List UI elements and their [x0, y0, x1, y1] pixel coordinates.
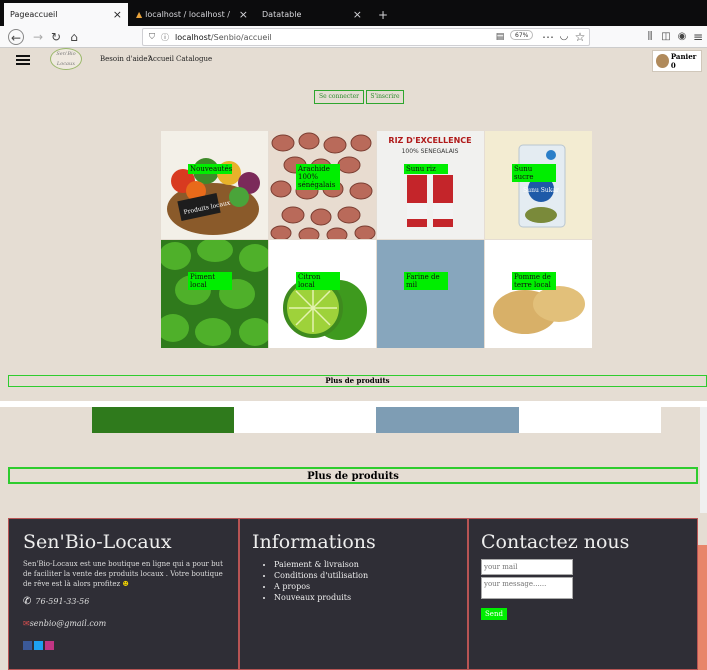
sugar-bag-image: Sunu Sukar	[485, 131, 592, 239]
footer-link-payment[interactable]: Paiement & livraison	[274, 559, 455, 570]
potatoes-image	[519, 407, 661, 433]
rice-title-text: RIZ D'EXCELLENCE	[388, 136, 471, 145]
reader-view-icon[interactable]: ▤	[492, 29, 508, 45]
phpmyadmin-icon: ▲	[136, 10, 143, 19]
footer-link-terms[interactable]: Conditions d'utilisation	[274, 570, 455, 581]
product-tile-nouveautes[interactable]: Produits locaux	[161, 131, 268, 239]
scrollbar[interactable]	[700, 407, 707, 513]
zoom-level[interactable]: 67%	[510, 30, 534, 40]
more-products-button[interactable]: Plus de produits	[8, 467, 698, 484]
potatoes-image	[485, 240, 592, 348]
footer-email[interactable]: senbio@gmail.com	[30, 619, 107, 628]
info-icon: ⓘ	[161, 32, 169, 42]
green-peppers-image	[92, 407, 234, 433]
mail-icon: ✉	[23, 619, 30, 628]
product-label[interactable]: Piment local	[188, 272, 232, 290]
rice-bags-image: RIZ D'EXCELLENCE 100% SENEGALAIS	[377, 131, 484, 239]
browser-tab-datatable[interactable]: Datatable ×	[256, 3, 368, 26]
footer-brand: Sen'Bio-Locaux	[23, 531, 172, 553]
browser-tab-bar: Pageaccueil × ▲ localhost / localhost / …	[0, 0, 707, 26]
cart-label: Panier 0	[670, 52, 697, 70]
rice-subtitle-text: 100% SENEGALAIS	[402, 148, 459, 155]
reload-icon[interactable]: ↻	[48, 29, 64, 45]
shield-icon: ⛉	[149, 32, 155, 41]
signup-button[interactable]: S'inscrire	[366, 90, 404, 104]
vegetable-basket-image: Produits locaux	[161, 131, 268, 239]
sidebar-icon[interactable]: ◫	[658, 29, 674, 45]
close-icon[interactable]: ×	[113, 8, 122, 21]
product-tile-citron[interactable]	[269, 240, 376, 348]
limes-image	[234, 407, 376, 433]
footer-contact-title: Contactez nous	[481, 531, 630, 553]
send-button[interactable]: Send	[481, 608, 507, 620]
footer-info-title: Informations	[252, 531, 376, 553]
tab-title: localhost / localhost / Senbio / ...	[145, 10, 233, 19]
more-products-button[interactable]: Plus de produits	[8, 375, 707, 387]
site-menu-icon[interactable]	[16, 55, 30, 65]
cart-bag-icon	[656, 54, 669, 68]
close-icon[interactable]: ×	[239, 8, 248, 21]
footer-contact-column: Contactez nous Send	[468, 518, 698, 670]
nav-catalogue-link[interactable]: Catalogue	[176, 55, 212, 63]
footer-link-about[interactable]: A propos	[274, 581, 455, 592]
back-arrow-icon[interactable]: ←	[8, 29, 24, 45]
footer-email-row: ✉senbio@gmail.com	[23, 619, 224, 629]
product-tile-farine-mil[interactable]	[377, 240, 484, 348]
tab-title: Datatable	[262, 10, 302, 19]
site-logo[interactable]: Sen'Bio Locaux	[50, 48, 82, 70]
forward-arrow-icon[interactable]: →	[30, 29, 46, 45]
browser-nav-bar: ← → ↻ ⌂ ⛉ ⓘ localhost/Senbio/accueil ▤ 6…	[0, 26, 707, 48]
close-icon[interactable]: ×	[353, 8, 362, 21]
product-label[interactable]: Sunu riz	[404, 164, 448, 174]
footer-phone-row: ✆ 76-591-33-56	[23, 597, 224, 607]
facebook-icon[interactable]	[23, 641, 32, 650]
account-icon[interactable]: ◉	[674, 29, 690, 45]
green-peppers-image	[161, 240, 268, 348]
contact-mail-input[interactable]	[481, 559, 573, 575]
nav-help-link[interactable]: Besoin d'aide?	[100, 55, 151, 63]
millet-flour-image	[376, 407, 519, 433]
smiley-icon: ☻	[122, 580, 129, 588]
millet-flour-image	[377, 240, 484, 348]
footer-info-list: Paiement & livraison Conditions d'utilis…	[252, 559, 455, 603]
more-actions-icon[interactable]: ⋯	[540, 29, 556, 45]
product-label[interactable]: Pomme de terre local	[512, 272, 556, 290]
limes-image	[269, 240, 376, 348]
product-tile-piment[interactable]	[161, 240, 268, 348]
phone-icon: ✆	[23, 596, 32, 607]
footer-edge-accent	[698, 545, 707, 670]
product-tile-pomme-terre[interactable]	[485, 240, 592, 348]
footer-phone: 76-591-33-56	[35, 597, 90, 606]
home-icon[interactable]: ⌂	[66, 29, 82, 45]
product-label[interactable]: Citron local	[296, 272, 340, 290]
nav-home-link[interactable]: Accueil	[148, 55, 174, 63]
library-icon[interactable]: ⫼	[642, 29, 658, 45]
login-button[interactable]: Se connecter	[314, 90, 364, 104]
footer-description: Sen'Bio-Locaux est une boutique en ligne…	[23, 560, 223, 588]
footer-about-column: Sen'Bio-Locaux Sen'Bio-Locaux est une bo…	[8, 518, 239, 670]
twitter-icon[interactable]	[34, 641, 44, 650]
cart-button[interactable]: Panier 0	[652, 50, 702, 72]
browser-tab-pageaccueil[interactable]: Pageaccueil ×	[4, 3, 128, 26]
product-tile-sunu-riz[interactable]: RIZ D'EXCELLENCE 100% SENEGALAIS	[377, 131, 484, 239]
url-host: localhost	[175, 32, 211, 42]
product-label[interactable]: Arachide 100% sénégalais	[296, 164, 340, 190]
product-tile-sunu-sucre[interactable]: Sunu Sukar	[485, 131, 592, 239]
instagram-icon[interactable]	[45, 641, 55, 650]
tab-title: Pageaccueil	[10, 10, 58, 19]
browser-tab-phpmyadmin[interactable]: ▲ localhost / localhost / Senbio / ... ×	[130, 3, 254, 26]
footer-info-column: Informations Paiement & livraison Condit…	[239, 518, 468, 670]
url-path: /Senbio/accueil	[210, 32, 272, 42]
product-label[interactable]: Sunu sucre	[512, 164, 556, 182]
social-icons	[23, 641, 224, 653]
product-label[interactable]: Farine de mil	[404, 272, 448, 290]
hamburger-menu-icon[interactable]: ≡	[690, 29, 706, 45]
contact-message-textarea[interactable]	[481, 577, 573, 599]
sugar-brand-text: Sunu Sukar	[523, 187, 559, 194]
product-label[interactable]: Nouveautés	[188, 164, 232, 174]
new-tab-button[interactable]: +	[372, 3, 388, 26]
bookmark-star-icon[interactable]: ☆	[572, 29, 588, 45]
footer-link-new-products[interactable]: Nouveaux produits	[274, 592, 455, 603]
pocket-icon[interactable]: ◡	[556, 29, 572, 45]
